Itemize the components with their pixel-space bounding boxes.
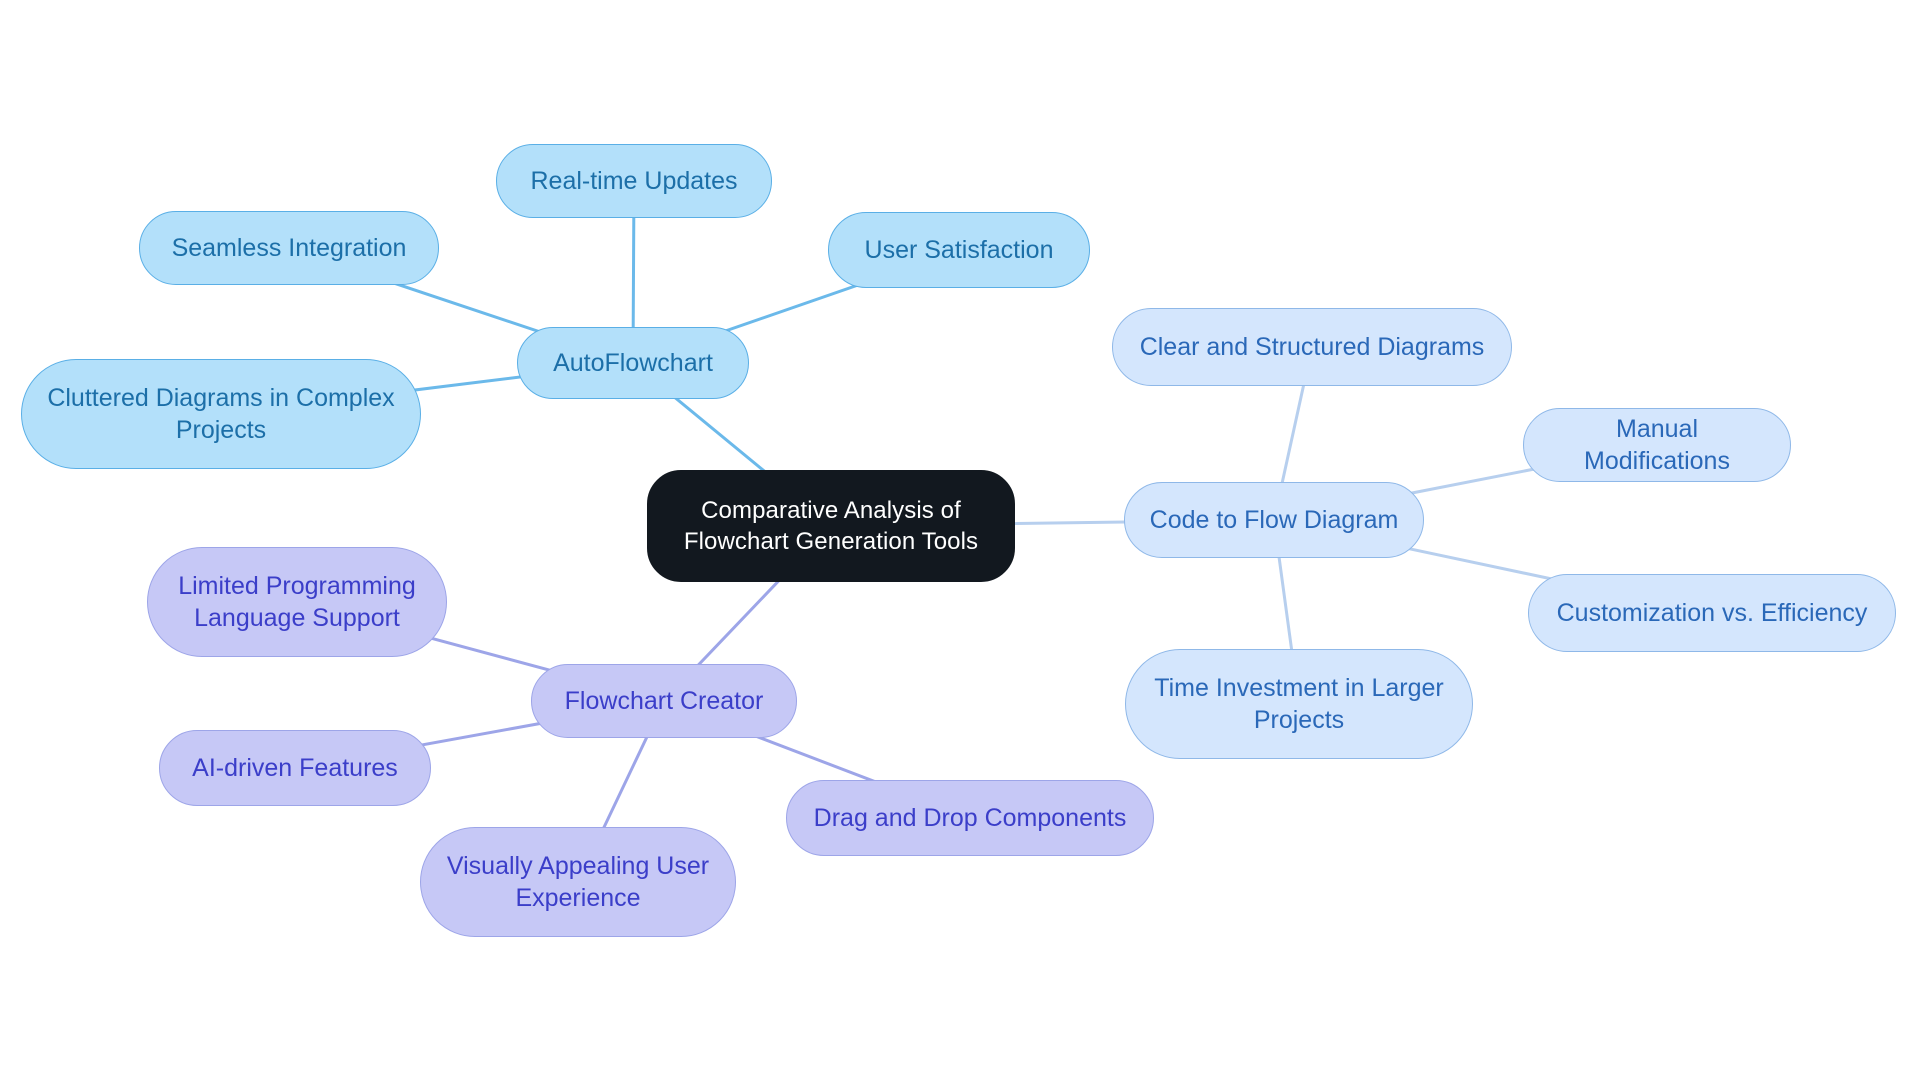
branch-node-autoflowchart-label: AutoFlowchart [553,348,713,377]
node-time-investment[interactable]: Time Investment in Larger Projects [1125,649,1473,759]
node-manual-modifications-label: Manual Modifications [1584,414,1730,476]
node-clear-structured-diagrams-label: Clear and Structured Diagrams [1139,332,1485,361]
node-user-satisfaction[interactable]: User Satisfaction [828,212,1090,288]
node-drag-and-drop[interactable]: Drag and Drop Components [786,780,1154,856]
node-seamless-integration[interactable]: Seamless Integration [139,211,439,285]
branch-node-code-to-flow-diagram-label: Code to Flow Diagram [1149,505,1399,534]
node-real-time-updates-label: Real-time Updates [530,166,738,195]
node-visually-appealing-ux-label: Visually Appealing User Experience [446,851,710,913]
node-drag-and-drop-label: Drag and Drop Components [813,803,1127,832]
node-ai-driven-features-label: AI-driven Features [192,753,398,782]
root-node[interactable]: Comparative Analysis of Flowchart Genera… [647,470,1015,582]
branch-node-autoflowchart[interactable]: AutoFlowchart [517,327,749,399]
node-limited-language-support[interactable]: Limited Programming Language Support [147,547,447,657]
node-user-satisfaction-label: User Satisfaction [864,235,1054,264]
node-real-time-updates[interactable]: Real-time Updates [496,144,772,218]
node-visually-appealing-ux[interactable]: Visually Appealing User Experience [420,827,736,937]
node-limited-language-support-label: Limited Programming Language Support [178,571,416,633]
node-manual-modifications[interactable]: Manual Modifications [1523,408,1791,482]
branch-node-flowchart-creator-label: Flowchart Creator [564,686,764,715]
node-seamless-integration-label: Seamless Integration [171,233,407,262]
branch-node-flowchart-creator[interactable]: Flowchart Creator [531,664,797,738]
node-ai-driven-features[interactable]: AI-driven Features [159,730,431,806]
node-clear-structured-diagrams[interactable]: Clear and Structured Diagrams [1112,308,1512,386]
root-node-label: Comparative Analysis of Flowchart Genera… [683,496,979,555]
node-time-investment-label: Time Investment in Larger Projects [1154,673,1444,735]
branch-node-code-to-flow-diagram[interactable]: Code to Flow Diagram [1124,482,1424,558]
node-customization-vs-efficiency[interactable]: Customization vs. Efficiency [1528,574,1896,652]
mindmap-canvas: Real-time Updates Seamless Integration Use… [0,0,1920,1083]
node-customization-vs-efficiency-label: Customization vs. Efficiency [1556,598,1868,627]
node-cluttered-diagrams[interactable]: Cluttered Diagrams in Complex Projects [21,359,421,469]
node-cluttered-diagrams-label: Cluttered Diagrams in Complex Projects [47,383,395,445]
